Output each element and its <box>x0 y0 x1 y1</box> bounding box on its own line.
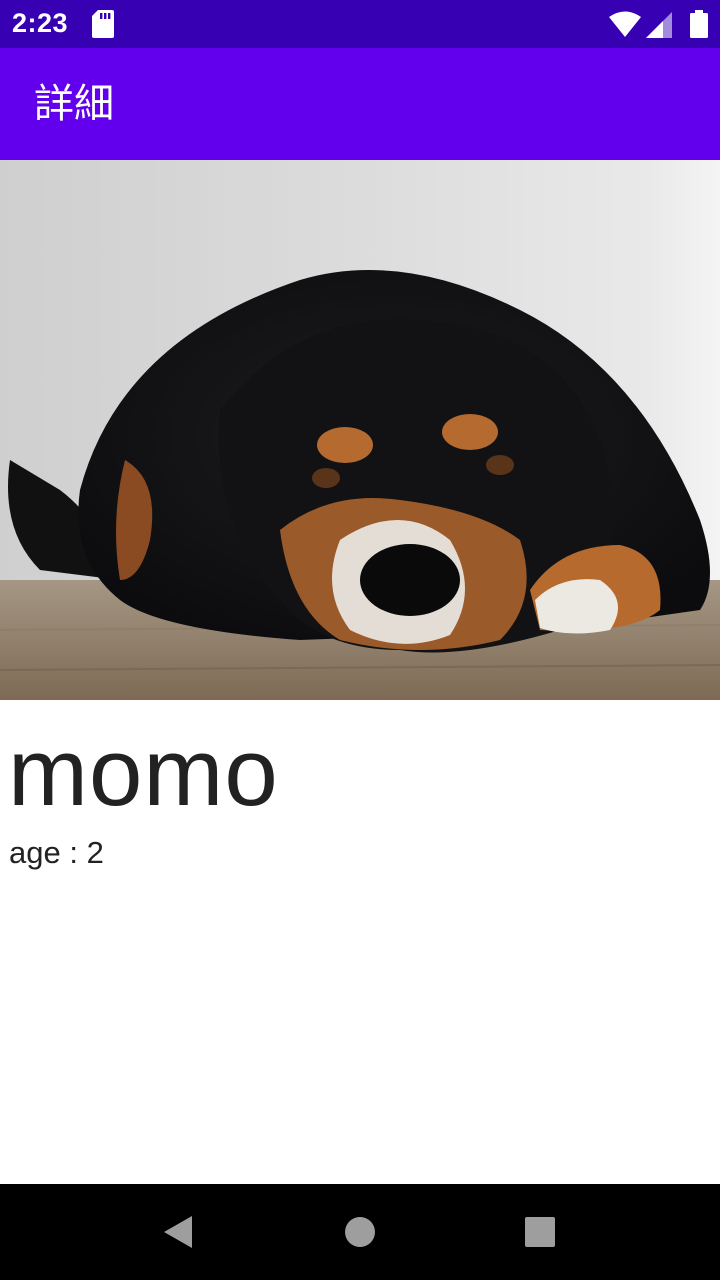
navigation-bar <box>0 1184 720 1280</box>
age-separator: : <box>60 835 87 870</box>
pet-age: age : 2 <box>9 834 104 872</box>
app-bar: 詳細 <box>0 48 720 160</box>
signal-icon <box>646 12 672 38</box>
age-value: 2 <box>86 835 104 870</box>
page-title: 詳細 <box>34 82 114 126</box>
sd-card-icon <box>92 10 114 38</box>
status-icons <box>598 10 708 38</box>
back-icon[interactable] <box>160 1212 200 1252</box>
age-label: age <box>9 835 61 870</box>
pet-name: momo <box>8 719 279 826</box>
battery-icon <box>690 10 708 38</box>
status-time: 2:23 <box>12 8 69 38</box>
recents-icon[interactable] <box>520 1212 560 1252</box>
home-icon[interactable] <box>340 1212 380 1252</box>
pet-photo <box>0 160 720 700</box>
wifi-icon <box>609 11 641 37</box>
status-bar: 2:23 <box>0 0 720 48</box>
